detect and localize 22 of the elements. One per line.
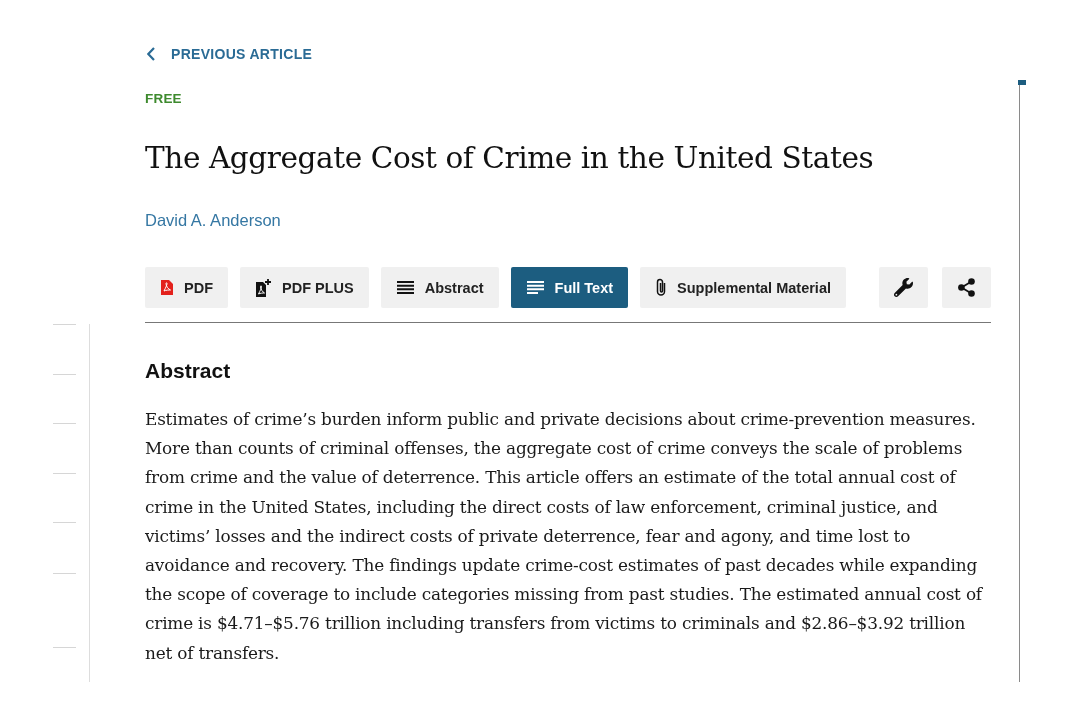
tools-button[interactable] [879, 267, 928, 308]
pdf-file-icon [161, 280, 173, 295]
pdf-plus-button[interactable]: PDF PLUS [240, 267, 369, 308]
author-link[interactable]: David A. Anderson [145, 208, 281, 232]
supplemental-button[interactable]: Supplemental Material [640, 267, 846, 308]
previous-article-link[interactable]: PREVIOUS ARTICLE [145, 44, 313, 64]
position-marker-icon [1018, 80, 1026, 85]
pdf-button[interactable]: PDF [145, 267, 228, 308]
abstract-tab[interactable]: Abstract [380, 267, 499, 308]
full-text-tab[interactable]: Full Text [510, 267, 629, 308]
paperclip-icon [656, 278, 667, 297]
file-plus-icon [256, 278, 271, 297]
share-icon [958, 278, 975, 297]
access-label: FREE [145, 90, 182, 108]
article-title: The Aggregate Cost of Crime in the United States [145, 140, 874, 177]
lines-icon [396, 281, 414, 294]
wrench-icon [894, 278, 913, 297]
section-heading: Abstract [145, 358, 231, 384]
share-button[interactable] [942, 267, 991, 308]
abstract-paragraph: Estimates of crime’s burden inform public and private decisions about crime-prevention measures. More than counts of criminal offenses, the aggregate cost of crime conveys the scale of problems from crime and the value of deterrence. This article offers an estimate of the total annual cost of crime in the United States, including the direct costs of law enforcement, criminal justice, and victims’ losses and the indirect costs of private deterrence, fear and agony, and time lost to avoidance and recovery. The findings update crime-cost estimates of past decades while expanding the scope of coverage to include categories missing from past studies. The estimated annual cost of crime is $4.71–$5.76 trillion including transfers from victims to criminals and $2.86–$3.92 trillion net of transfers. [145, 408, 984, 665]
chevron-left-icon [147, 47, 155, 61]
text-lines-icon [526, 281, 544, 294]
